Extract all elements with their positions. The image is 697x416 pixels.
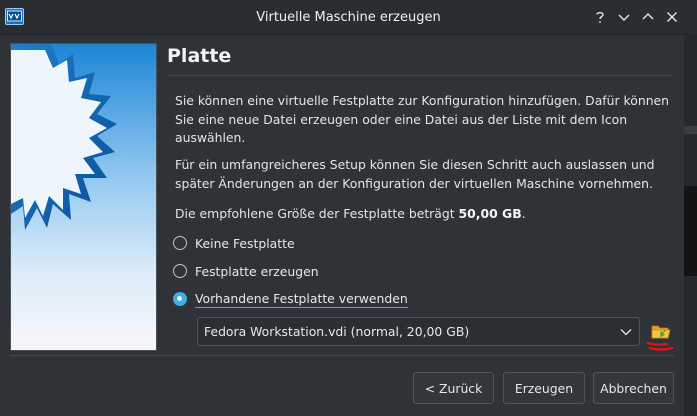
- radio-button[interactable]: [173, 264, 187, 278]
- recommended-size-value: 50,00 GB: [458, 206, 522, 221]
- footer-divider: [10, 355, 674, 356]
- choose-disk-folder-icon[interactable]: [651, 321, 671, 341]
- page-title: Platte: [167, 45, 232, 67]
- radio-button-checked[interactable]: [173, 292, 187, 306]
- background-window-edge: [684, 34, 697, 416]
- title-bar: Virtuelle Maschine erzeugen: [0, 0, 697, 35]
- close-icon[interactable]: [662, 7, 682, 27]
- cancel-button[interactable]: Abbrechen: [593, 372, 674, 404]
- radio-create-disk[interactable]: Festplatte erzeugen: [173, 261, 319, 281]
- chevron-down-icon: [620, 329, 632, 336]
- setup-hint-paragraph: Für ein umfangreicheres Setup können Sie…: [175, 157, 655, 191]
- wizard-side-image: [10, 43, 157, 351]
- radio-label: Festplatte erzeugen: [195, 263, 319, 279]
- minimize-icon[interactable]: [614, 7, 634, 27]
- disk-file-select[interactable]: Fedora Workstation.vdi (normal, 20,00 GB…: [197, 317, 640, 346]
- radio-no-disk[interactable]: Keine Festplatte: [173, 233, 295, 253]
- radio-label: Keine Festplatte: [195, 235, 295, 251]
- create-button[interactable]: Erzeugen: [503, 372, 585, 404]
- wizard-dialog: Platte Sie können eine virtuelle Festpla…: [0, 35, 684, 416]
- background-edge-segment: [684, 126, 697, 134]
- heading-divider: [167, 75, 673, 76]
- radio-existing-disk[interactable]: Vorhandene Festplatte verwenden: [173, 289, 408, 309]
- radio-label: Vorhandene Festplatte verwenden: [195, 290, 408, 308]
- intro-paragraph: Sie können eine virtuelle Festplatte zur…: [175, 93, 670, 145]
- recommended-size-prefix: Die empfohlene Größe der Festplatte betr…: [175, 206, 459, 221]
- back-button[interactable]: < Zurück: [413, 372, 494, 404]
- help-icon[interactable]: [590, 7, 610, 27]
- red-annotation-mark: [646, 341, 674, 351]
- background-edge-segment: [684, 186, 697, 276]
- radio-button[interactable]: [173, 236, 187, 250]
- maximize-icon[interactable]: [638, 7, 658, 27]
- disk-file-select-value: Fedora Workstation.vdi (normal, 20,00 GB…: [204, 324, 470, 339]
- recommended-size-suffix: .: [521, 206, 526, 221]
- recommended-size-text: Die empfohlene Größe der Festplatte betr…: [175, 205, 675, 224]
